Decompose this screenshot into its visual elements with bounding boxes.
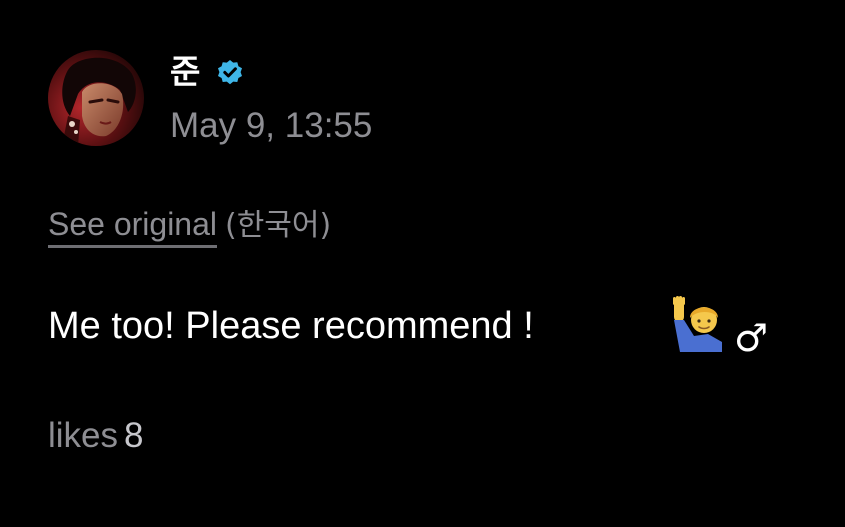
male-sign-icon: ♂ (734, 316, 769, 360)
post-card: 준 May 9, 13:55 See original (한국어) Me too!… (0, 0, 845, 527)
verified-badge-icon (218, 60, 242, 85)
likes-label: likes (48, 416, 119, 455)
avatar[interactable] (48, 50, 144, 146)
translation-row: See original (한국어) (48, 204, 332, 248)
avatar-image (48, 50, 144, 146)
see-original-link[interactable]: See original (48, 206, 217, 248)
original-language-label: (한국어) (225, 208, 332, 243)
post-timestamp: May 9, 13:55 (170, 106, 373, 145)
person-raising-hand-icon (673, 296, 722, 352)
author-name[interactable]: 준 (170, 52, 200, 92)
likes-count: 8 (124, 416, 144, 455)
likes-row[interactable]: likes 8 (48, 414, 144, 458)
post-text: Me too! Please recommend ! (48, 305, 534, 347)
